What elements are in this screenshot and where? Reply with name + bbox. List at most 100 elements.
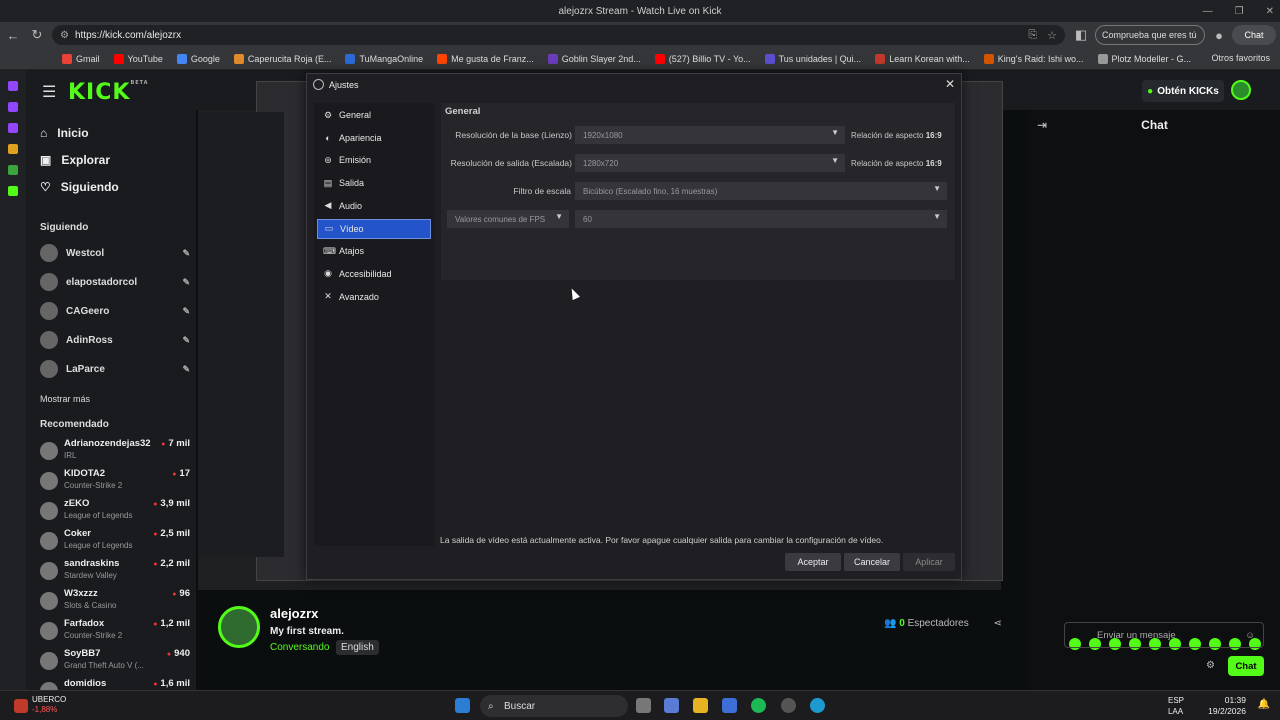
fps-value: 60 <box>583 214 592 224</box>
settings-category-label: General <box>339 110 372 120</box>
bookmark-item[interactable]: Google <box>176 53 220 64</box>
base-resolution-combo[interactable]: 1920x1080 ▼ <box>575 126 845 144</box>
user-avatar[interactable] <box>1231 80 1251 100</box>
nav-item-explore[interactable]: ▣ Explorar <box>40 153 110 167</box>
extension-icon[interactable]: ◧ <box>1070 27 1092 43</box>
recommended-item[interactable]: zEKO League of Legends 3,9 mil <box>40 498 190 526</box>
recommended-item[interactable]: W3xzzz Slots & Casino 96 <box>40 588 190 616</box>
kick-logo[interactable]: KICKBETA <box>68 80 149 105</box>
chat-chip[interactable]: Chat <box>1232 25 1276 45</box>
start-icon[interactable] <box>455 698 470 713</box>
nav-item-following[interactable]: ♡ Siguiendo <box>40 180 119 194</box>
channel-name[interactable]: alejozrx <box>270 606 318 621</box>
bookmark-favicon-icon <box>176 53 187 64</box>
scale-filter-combo[interactable]: Bicúbico (Escalado fino, 16 muestras) ▼ <box>575 182 947 200</box>
stock-widget-icon[interactable] <box>14 699 28 713</box>
fps-type-combo[interactable]: Valores comunes de FPS ▼ <box>447 210 569 228</box>
translate-icon[interactable]: ⎘ <box>1028 29 1037 42</box>
bookmark-item[interactable]: Plotz Modeller - G... <box>1097 53 1191 64</box>
bookmark-item[interactable]: Gmail <box>62 53 100 64</box>
settings-category-keyboard[interactable]: ⌨ Atajos <box>317 241 431 261</box>
copilot-icon[interactable] <box>664 698 679 713</box>
accept-button[interactable]: Aceptar <box>785 553 841 571</box>
twitch-icon[interactable] <box>8 102 18 112</box>
settings-category-broadcast[interactable]: ⊛ Emisión <box>317 150 431 170</box>
chat-settings-icon[interactable]: ⚙ <box>1206 660 1215 671</box>
chat-chip-label: Chat <box>1244 30 1264 40</box>
obs-taskbar-icon[interactable] <box>781 698 796 713</box>
settings-category-tools[interactable]: ✕ Avanzado <box>317 287 431 307</box>
following-item[interactable]: Westcol ✎ <box>40 244 190 262</box>
following-item[interactable]: AdinRoss ✎ <box>40 331 190 349</box>
app-icon[interactable] <box>8 144 18 154</box>
reload-icon[interactable]: ↻ <box>26 27 48 43</box>
recommended-item[interactable]: Adrianozendejas32 IRL 7 mil <box>40 438 190 466</box>
recommended-item[interactable]: KIDOTA2 Counter-Strike 2 17 <box>40 468 190 496</box>
taskbar-search[interactable]: ⌕ Buscar <box>480 695 628 717</box>
chat-input[interactable]: Enviar un mensaje ☺ <box>1064 622 1264 648</box>
profile-chip[interactable]: Comprueba que eres tú <box>1095 25 1205 45</box>
twitch-icon[interactable] <box>8 81 18 91</box>
settings-category-palette[interactable]: ◐ Apariencia <box>317 128 431 148</box>
stream-category[interactable]: Conversando <box>270 642 329 653</box>
bookmark-item[interactable]: Me gusta de Franz... <box>437 53 534 64</box>
bookmark-item[interactable]: TuMangaOnline <box>345 53 423 64</box>
close-icon[interactable]: ✕ <box>1266 6 1274 17</box>
emoji-icon[interactable]: ☺ <box>1245 630 1255 641</box>
following-item[interactable]: CAGeero ✎ <box>40 302 190 320</box>
show-more-link[interactable]: Mostrar más <box>40 394 90 404</box>
settings-category-label: Audio <box>339 200 363 211</box>
file-explorer-icon[interactable] <box>693 698 708 713</box>
settings-category-gear[interactable]: ⚙ General <box>317 105 431 125</box>
site-info-icon[interactable]: ⚙ <box>60 30 69 41</box>
bookmark-item[interactable]: Tus unidades | Qui... <box>764 53 861 64</box>
following-item[interactable]: LaParce ✎ <box>40 360 190 378</box>
following-item[interactable]: elapostadorcol ✎ <box>40 273 190 291</box>
store-icon[interactable] <box>722 698 737 713</box>
settings-category-output[interactable]: ▤ Salida <box>317 173 431 193</box>
bookmark-item[interactable]: King's Raid: Ishi wo... <box>983 53 1084 64</box>
minimize-icon[interactable]: — <box>1203 6 1213 17</box>
input-language[interactable]: ESP LAA <box>1168 695 1184 717</box>
dialog-close-icon[interactable]: ✕ <box>945 77 955 91</box>
bookmark-item[interactable]: (527) Billio TV - Yo... <box>654 53 751 64</box>
output-resolution-combo[interactable]: 1280x720 ▼ <box>575 154 845 172</box>
send-chat-button[interactable]: Chat <box>1228 656 1264 676</box>
twitch-icon[interactable] <box>8 123 18 133</box>
star-icon[interactable]: ☆ <box>1047 29 1057 42</box>
recommended-item[interactable]: Coker League of Legends 2,5 mil <box>40 528 190 556</box>
spotify-icon[interactable] <box>751 698 766 713</box>
maximize-icon[interactable]: ❐ <box>1235 6 1244 17</box>
channel-avatar[interactable] <box>218 606 260 648</box>
address-bar[interactable]: ⚙ https://kick.com/alejozrx ⎘ ☆ <box>52 25 1065 45</box>
stream-language-tag[interactable]: English <box>336 640 379 655</box>
recommended-item[interactable]: sandraskins Stardew Valley 2,2 mil <box>40 558 190 586</box>
kick-icon[interactable] <box>8 186 18 196</box>
clock[interactable]: 01:39 19/2/2026 <box>1208 695 1246 717</box>
apply-button[interactable]: Aplicar <box>903 553 955 571</box>
bookmark-item[interactable]: Learn Korean with... <box>875 53 970 64</box>
nav-item-home[interactable]: ⌂ Inicio <box>40 126 89 140</box>
fps-value-combo[interactable]: 60 ▼ <box>575 210 947 228</box>
settings-category-speaker[interactable]: ◀ Audio <box>317 196 431 216</box>
aspect-label: Relación de aspecto <box>851 159 924 168</box>
app-icon[interactable] <box>8 165 18 175</box>
notification-icon[interactable]: 🔔 <box>1258 699 1270 710</box>
avatar-icon[interactable]: ● <box>1208 28 1230 43</box>
recommended-item[interactable]: Farfadox Counter-Strike 2 1,2 mil <box>40 618 190 646</box>
stock-ticker[interactable]: UBERCO -1,88% <box>32 695 66 715</box>
get-kicks-button[interactable]: ● Obtén KICKs <box>1142 80 1224 102</box>
bookmark-item[interactable]: Goblin Slayer 2nd... <box>547 53 641 64</box>
menu-icon[interactable]: ☰ <box>42 82 56 102</box>
other-favorites[interactable]: Otros favoritos <box>1211 53 1270 63</box>
settings-category-accessibility[interactable]: ◉ Accesibilidad <box>317 264 431 284</box>
share-icon[interactable]: ⋖ <box>994 618 1002 629</box>
bookmark-item[interactable]: YouTube <box>113 53 163 64</box>
cancel-button[interactable]: Cancelar <box>844 553 900 571</box>
task-view-icon[interactable] <box>636 698 651 713</box>
bookmark-item[interactable]: Caperucita Roja (E... <box>233 53 331 64</box>
back-icon[interactable]: ← <box>2 28 24 43</box>
edge-icon[interactable] <box>810 698 825 713</box>
recommended-item[interactable]: SoyBB7 Grand Theft Auto V (... 940 <box>40 648 190 676</box>
settings-category-monitor[interactable]: ▭ Vídeo <box>317 218 431 239</box>
